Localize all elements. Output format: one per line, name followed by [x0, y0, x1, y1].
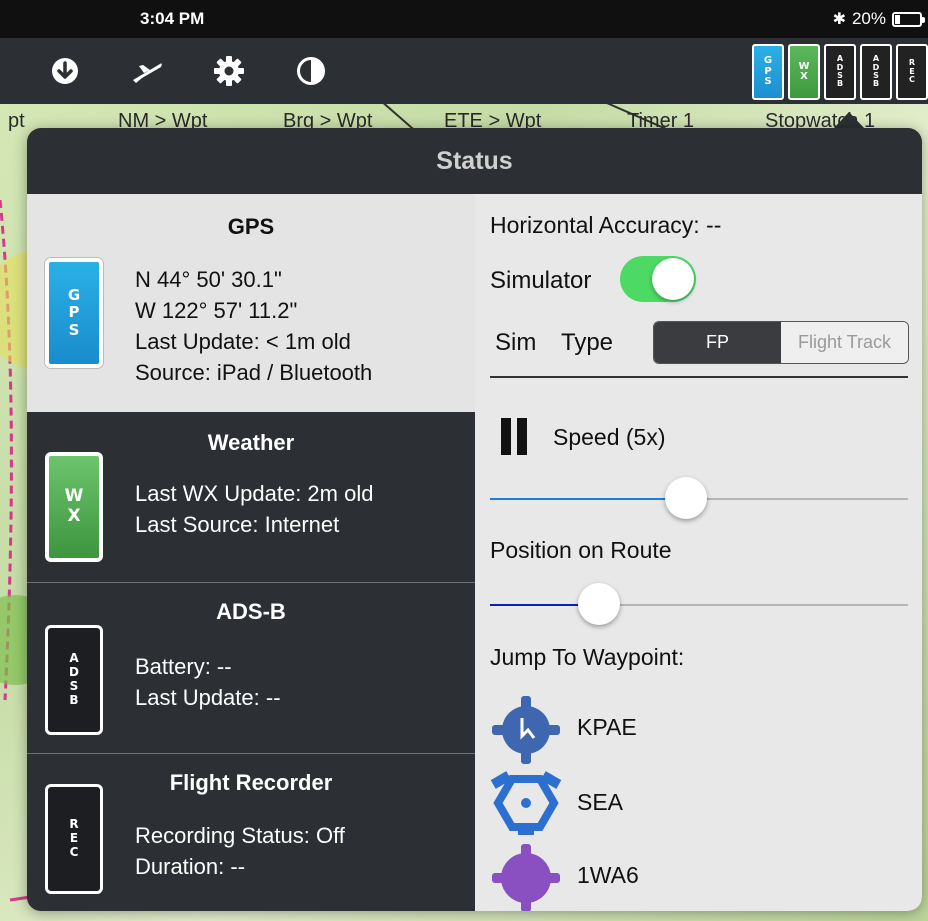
gear-icon[interactable] [210, 52, 248, 90]
gps-last-update: Last Update: < 1m old [135, 329, 351, 354]
ios-status-bar: 3:04 PM ✱ 20% [0, 0, 928, 38]
popover-arrow [833, 112, 865, 129]
speed-slider-thumb[interactable] [665, 477, 707, 519]
recorder-section[interactable]: Flight Recorder R E C Recording Status: … [27, 754, 475, 911]
speed-label: Speed (5x) [553, 424, 666, 450]
panel-divider [490, 376, 908, 378]
rec-badge-button[interactable]: R E C [896, 44, 928, 100]
adsb-badge: A D S B [45, 625, 103, 735]
towered-airport-icon [492, 696, 560, 764]
waypoint-label: 1WA6 [577, 862, 639, 888]
simulator-label: Simulator [490, 267, 592, 294]
instrument-partial-label[interactable]: pt [8, 110, 25, 133]
speed-slider-fill [490, 498, 686, 500]
vor-icon [490, 771, 562, 835]
gps-badge: G P S [45, 258, 103, 368]
sim-type-flight-track[interactable]: Flight Track [781, 322, 908, 363]
weather-last-update: Last WX Update: 2m old [135, 481, 374, 506]
adsb-badge-button[interactable]: A D S B [824, 44, 856, 100]
simulator-toggle[interactable] [620, 256, 696, 302]
gps-badge-button[interactable]: G P S [752, 44, 784, 100]
simulator-panel: Horizontal Accuracy: -- Simulator Sim Ty… [475, 194, 922, 911]
waypoint-label: KPAE [577, 714, 637, 740]
gps-longitude: W 122° 57' 11.2" [135, 298, 298, 323]
horizontal-accuracy: Horizontal Accuracy: -- [490, 212, 722, 238]
contrast-icon[interactable] [292, 52, 330, 90]
adsb-section-title: ADS-B [216, 599, 286, 624]
recorder-duration: Duration: -- [135, 854, 246, 879]
battery-percent: 20% [851, 9, 886, 28]
jump-to-waypoint-label: Jump To Waypoint: [490, 644, 685, 670]
popover-title: Status [436, 147, 513, 175]
position-slider[interactable] [490, 583, 908, 625]
status-popover: Status GPS G P S N 44° 50' 30.1" W 122° … [27, 128, 922, 911]
status-sections: GPS G P S N 44° 50' 30.1" W 122° 57' 11.… [27, 194, 475, 911]
waypoint-row-1wa6[interactable]: 1WA6 [490, 842, 790, 911]
device-status-badges: G P S W X A D S B A D S B R E C [752, 44, 928, 100]
adsb-section[interactable]: ADS-B A D S B Battery: -- Last Update: -… [27, 583, 475, 753]
clock: 3:04 PM [140, 9, 205, 28]
sim-label: Sim [495, 329, 537, 356]
adsb-badge-button-2[interactable]: A D S B [860, 44, 892, 100]
wx-badge-button[interactable]: W X [788, 44, 820, 100]
adsb-last-update: Last Update: -- [135, 685, 281, 710]
download-icon[interactable] [46, 52, 84, 90]
adsb-battery: Battery: -- [135, 654, 232, 679]
speed-slider[interactable] [490, 477, 908, 519]
position-slider-thumb[interactable] [578, 583, 620, 625]
rec-badge: R E C [45, 784, 103, 894]
pause-icon[interactable] [501, 418, 527, 455]
top-toolbar: G P S W X A D S B A D S B R E C [0, 38, 928, 104]
weather-section[interactable]: Weather W X Last WX Update: 2m old Last … [27, 412, 475, 582]
gps-section[interactable]: GPS G P S N 44° 50' 30.1" W 122° 57' 11.… [27, 194, 475, 412]
sim-type-fp[interactable]: FP [654, 322, 781, 363]
type-label: Type [561, 329, 614, 356]
battery-icon [892, 11, 925, 27]
toggle-knob [652, 258, 694, 300]
position-label: Position on Route [490, 537, 672, 563]
waypoint-label: SEA [577, 789, 624, 815]
waypoint-row-kpae[interactable]: KPAE [490, 694, 790, 764]
sim-type-segmented-control: FP Flight Track [653, 321, 909, 364]
airplane-icon[interactable] [128, 52, 166, 90]
recorder-status: Recording Status: Off [135, 823, 345, 848]
gps-source: Source: iPad / Bluetooth [135, 360, 373, 385]
gps-section-title: GPS [227, 214, 275, 239]
private-airport-icon [492, 844, 560, 911]
bluetooth-icon: ✱ [832, 11, 846, 28]
weather-last-source: Last Source: Internet [135, 512, 340, 537]
waypoint-row-sea[interactable]: SEA [490, 769, 790, 839]
gps-latitude: N 44° 50' 30.1" [135, 267, 282, 292]
wx-badge: W X [45, 452, 103, 562]
